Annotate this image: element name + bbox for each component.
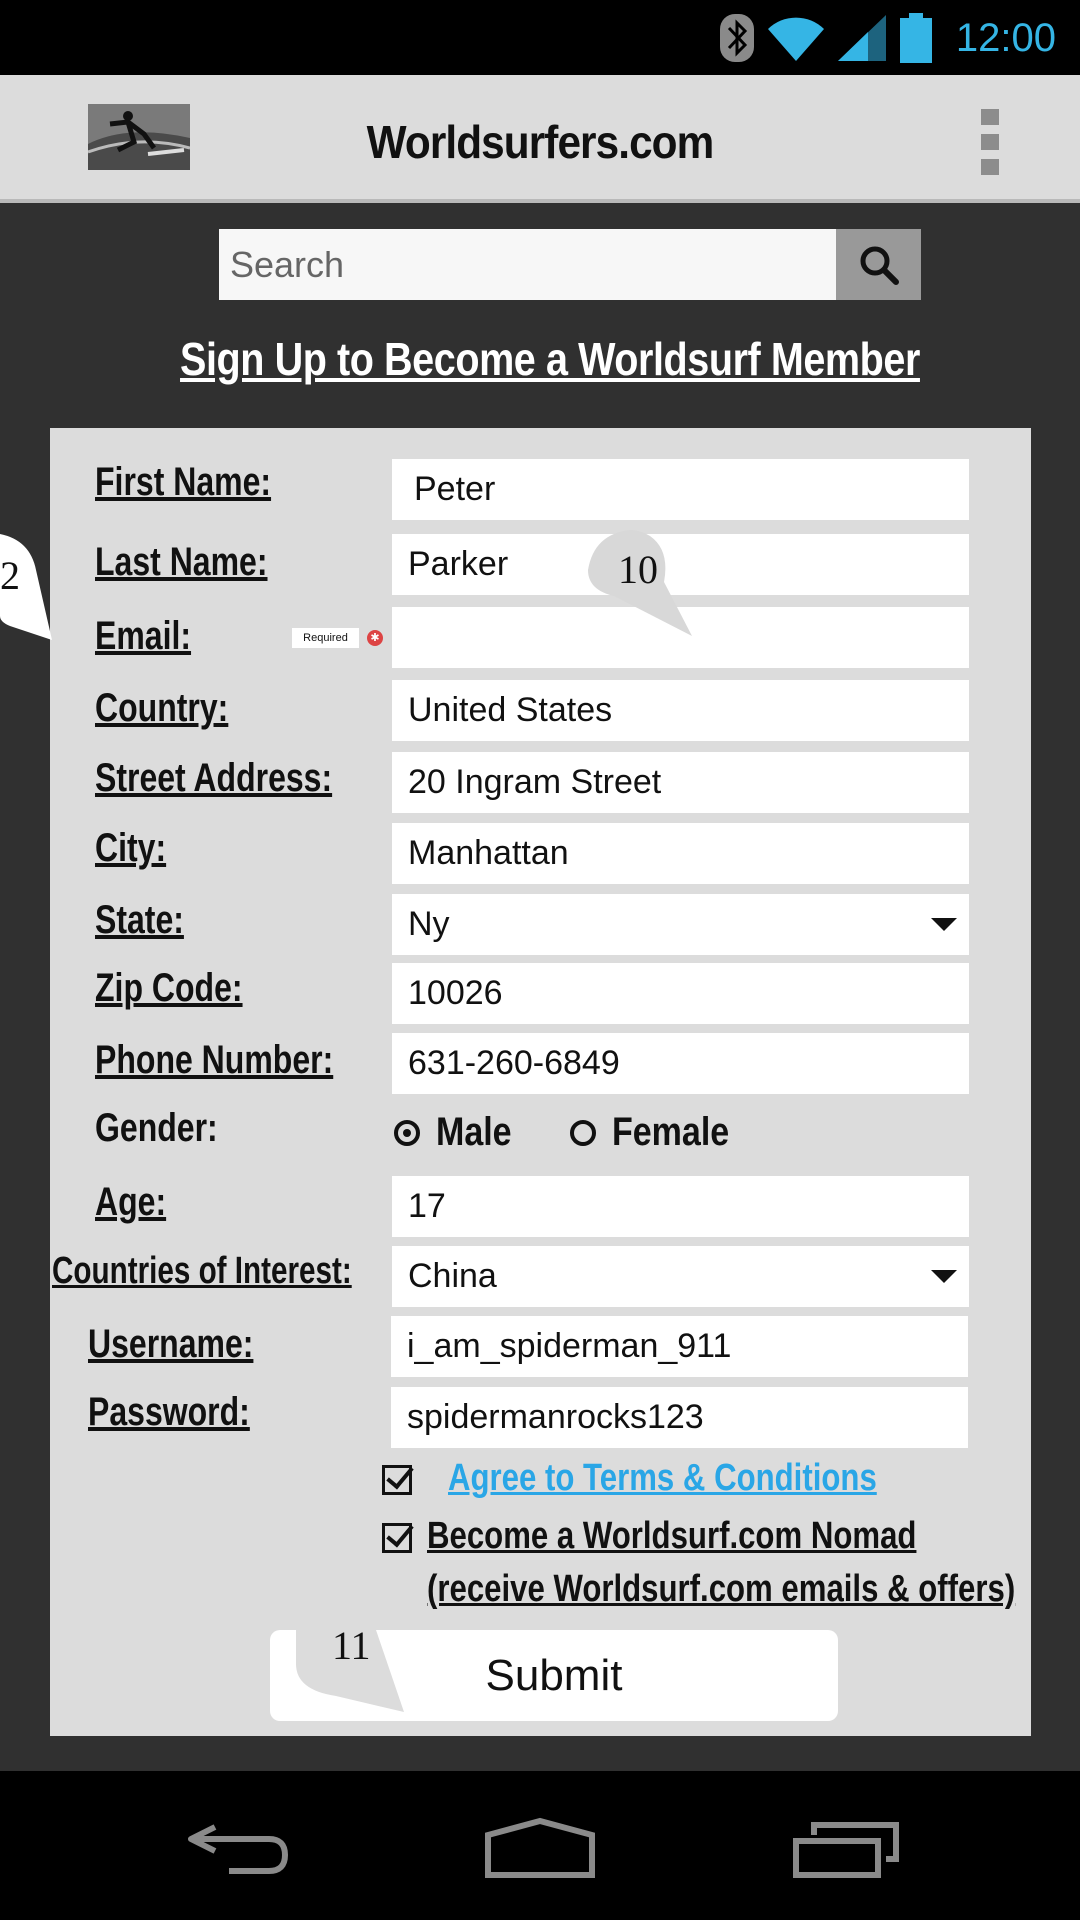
callout-11-label: 11 [332,1623,371,1668]
status-time: 12:00 [955,15,1056,60]
countries-of-interest-select[interactable]: China [392,1246,969,1307]
street-address-label: Street Address: [95,756,333,800]
country-field[interactable]: United States [392,680,969,741]
state-select-value: Ny [408,905,450,943]
back-icon[interactable] [185,1819,289,1875]
phone-number-field[interactable]: 631-260-6849 [392,1033,969,1094]
password-label: Password: [88,1390,250,1434]
required-star-icon: ✱ [367,630,383,646]
bluetooth-icon [719,14,754,62]
search-icon [860,246,899,285]
search-bar [219,229,921,300]
countries-of-interest-label: Countries of Interest: [52,1250,352,1292]
zip-code-label: Zip Code: [95,966,243,1010]
street-address-field[interactable]: 20 Ingram Street [392,752,969,813]
navigation-bar [0,1771,1080,1920]
wifi-icon [767,17,824,61]
gender-female-option[interactable]: Female [570,1110,750,1155]
battery-icon [899,13,932,63]
state-select[interactable]: Ny [392,894,969,955]
email-label: Email: [95,614,192,658]
home-icon[interactable] [484,1817,596,1879]
gender-male-label: Male [436,1110,512,1154]
signal-icon [837,15,886,61]
nomad-label-line1: Become a Worldsurf.com Nomad [427,1515,917,1557]
first-name-field[interactable]: Peter [392,459,969,520]
radio-selected-icon[interactable] [394,1119,420,1146]
country-label: Country: [95,686,229,730]
chevron-down-icon [931,1270,957,1283]
username-field[interactable]: i_am_spiderman_911 [391,1316,968,1377]
gender-female-label: Female [612,1110,730,1154]
radio-unselected-icon[interactable] [570,1119,596,1146]
chevron-down-icon [931,918,957,931]
state-label: State: [95,898,184,942]
countries-of-interest-value: China [408,1257,497,1295]
callout-2-label: 2 [0,553,20,598]
required-tag: Required [292,628,359,648]
zip-code-field[interactable]: 10026 [392,963,969,1024]
phone-number-label: Phone Number: [95,1038,334,1082]
age-field[interactable]: 17 [392,1176,969,1237]
age-label: Age: [95,1180,167,1224]
username-label: Username: [88,1322,254,1366]
page-heading: Sign Up to Become a Worldsurf Member [180,333,920,385]
app-title: Worldsurfers.com [366,116,715,168]
last-name-label: Last Name: [95,540,268,584]
terms-checkbox[interactable] [382,1465,412,1495]
nomad-label-line2: (receive Worldsurf.com emails & offers) [427,1568,1016,1610]
first-name-label: First Name: [95,460,272,504]
status-bar: 12:00 [0,0,1080,75]
overflow-menu-icon[interactable] [980,109,1000,175]
gender-label: Gender: [95,1106,218,1150]
search-button[interactable] [836,229,921,300]
city-label: City: [95,826,167,870]
action-bar: Worldsurfers.com [0,75,1080,203]
search-input[interactable] [219,229,836,300]
callout-10-label: 10 [618,547,658,592]
terms-link[interactable]: Agree to Terms & Conditions [448,1452,877,1505]
password-field[interactable]: spidermanrocks123 [391,1387,968,1448]
recent-apps-icon[interactable] [792,1821,902,1879]
city-field[interactable]: Manhattan [392,823,969,884]
nomad-checkbox[interactable] [382,1523,412,1553]
gender-male-option[interactable]: Male [394,1110,525,1155]
